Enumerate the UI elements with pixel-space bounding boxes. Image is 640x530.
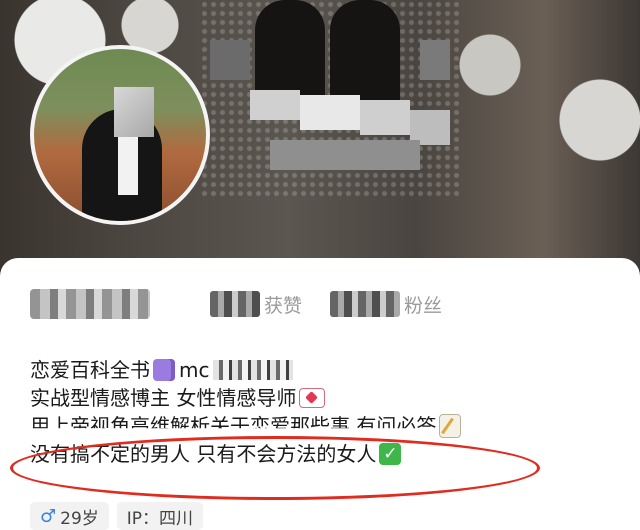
profile-tags: ♂ 29岁 IP：四川 <box>30 502 204 530</box>
avatar-blurred-face <box>114 87 154 137</box>
notebook-icon <box>153 359 175 381</box>
profile-cover-image <box>0 0 640 270</box>
bio-line-2: 实战型情感博主 女性情感导师 <box>30 384 620 412</box>
memo-icon <box>439 414 462 438</box>
age-tag: ♂ 29岁 <box>30 502 109 530</box>
bio-line-1: 恋爱百科全书 mc <box>30 356 620 384</box>
love-letter-icon <box>299 388 326 408</box>
bio-role: 实战型情感博主 女性情感导师 <box>30 386 297 410</box>
bio-handle-prefix: mc <box>179 358 210 382</box>
profile-info-card: 获赞 粉丝 恋爱百科全书 mc 实战型情感博主 女性情感导师 用上帝视角高维解析… <box>0 258 640 530</box>
profile-avatar[interactable] <box>30 45 210 225</box>
age-text: 29岁 <box>60 508 99 529</box>
likes-count-blurred <box>210 291 260 317</box>
followers-label[interactable]: 粉丝 <box>404 291 442 318</box>
ip-text: IP：四川 <box>126 508 194 529</box>
profile-stats-row: 获赞 粉丝 <box>30 284 442 324</box>
blurred-handle <box>213 360 294 380</box>
male-icon: ♂ <box>40 505 57 527</box>
red-highlight-circle <box>10 436 540 500</box>
bio-title: 恋爱百科全书 <box>30 358 150 382</box>
blurred-username <box>30 289 150 319</box>
followers-count-blurred <box>330 291 401 317</box>
ip-location-tag: IP：四川 <box>116 502 204 530</box>
likes-label[interactable]: 获赞 <box>264 291 302 318</box>
